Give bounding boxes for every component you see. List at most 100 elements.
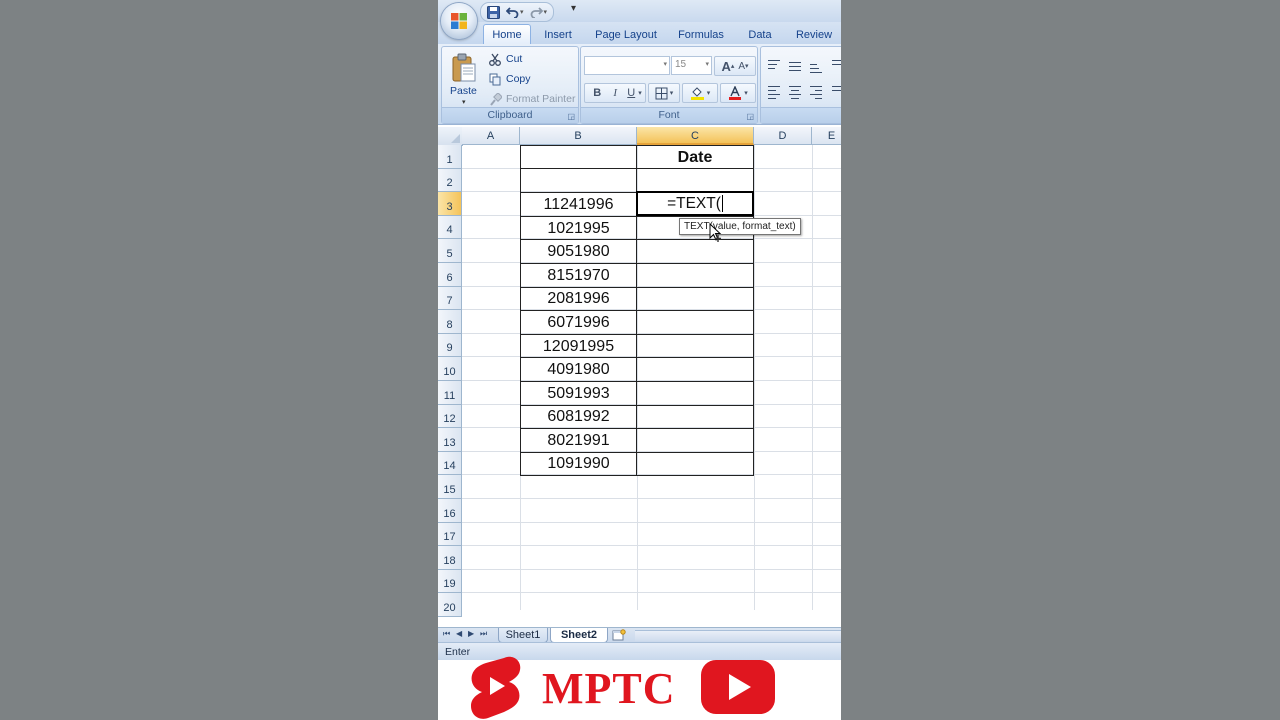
row-header-1[interactable]: 1: [438, 145, 462, 169]
cell-c9[interactable]: [636, 333, 754, 359]
align-top-icon[interactable]: [765, 57, 783, 75]
save-icon[interactable]: [487, 4, 500, 20]
row-header-16[interactable]: 16: [438, 499, 462, 523]
align-right-icon[interactable]: [807, 83, 825, 101]
tab-insert[interactable]: Insert: [537, 25, 579, 44]
row-header-11[interactable]: 11: [438, 381, 462, 405]
cell-b13[interactable]: 8021991: [520, 428, 637, 453]
cell-c5[interactable]: [636, 239, 754, 264]
cell-c14[interactable]: [636, 451, 754, 477]
tab-data[interactable]: Data: [742, 25, 778, 44]
cell-b2[interactable]: [520, 168, 637, 192]
align-center-icon[interactable]: [786, 83, 804, 101]
cell-area[interactable]: Date 11241996 1021995 9051980 8151970 208199…: [462, 145, 841, 610]
cell-b14[interactable]: 1091990: [520, 451, 637, 477]
next-sheet-icon[interactable]: ▶: [468, 629, 474, 638]
column-header-c[interactable]: C: [637, 127, 754, 145]
row-header-13[interactable]: 13: [438, 428, 462, 452]
cell-c7[interactable]: [636, 286, 754, 312]
row-header-12[interactable]: 12: [438, 404, 462, 429]
row-header-8[interactable]: 8: [438, 310, 462, 334]
row-header-5[interactable]: 5: [438, 239, 462, 263]
cell-b7[interactable]: 2081996: [520, 286, 637, 312]
fill-color-button[interactable]: ▾: [682, 83, 718, 103]
row-header-15[interactable]: 15: [438, 475, 462, 499]
cell-c2[interactable]: [636, 168, 754, 192]
cell-b5[interactable]: 9051980: [520, 239, 637, 264]
cell-c11[interactable]: [636, 381, 754, 406]
format-painter-button[interactable]: Format Painter: [489, 91, 575, 107]
cell-b4[interactable]: 1021995: [520, 215, 637, 241]
cell-c13[interactable]: [636, 428, 754, 453]
first-sheet-icon[interactable]: ⏮: [443, 629, 450, 639]
cell-b11[interactable]: 5091993: [520, 381, 637, 406]
font-name-dropdown-icon[interactable]: ▾: [663, 60, 667, 68]
align-left-icon[interactable]: [765, 83, 783, 101]
borders-button[interactable]: ▾: [648, 83, 680, 103]
paste-button[interactable]: Paste: [450, 85, 477, 97]
row-header-10[interactable]: 10: [438, 357, 462, 381]
underline-button[interactable]: U: [624, 87, 638, 99]
cell-b8[interactable]: 6071996: [520, 310, 637, 335]
cell-b1[interactable]: [520, 145, 637, 169]
customize-qat-button[interactable]: ▾: [571, 3, 576, 14]
paste-dropdown-icon[interactable]: ▾: [462, 98, 466, 106]
cell-b9[interactable]: 12091995: [520, 333, 637, 359]
clipboard-launcher-icon[interactable]: ◲: [567, 112, 575, 121]
shrink-font-button[interactable]: A: [738, 61, 745, 72]
font-size-dropdown-icon[interactable]: ▾: [705, 60, 709, 68]
cut-button[interactable]: Cut: [489, 51, 522, 67]
row-header-2[interactable]: 2: [438, 168, 462, 193]
row-header-18[interactable]: 18: [438, 546, 462, 570]
select-all-button[interactable]: [438, 127, 463, 146]
column-header-b[interactable]: B: [520, 127, 637, 145]
underline-dropdown-icon[interactable]: ▾: [638, 89, 642, 97]
font-launcher-icon[interactable]: ◲: [746, 112, 754, 121]
active-cell-c3[interactable]: =TEXT(: [636, 191, 754, 216]
column-header-e[interactable]: E: [812, 127, 841, 145]
cell-c1[interactable]: Date: [636, 145, 754, 169]
italic-button[interactable]: I: [606, 87, 624, 99]
copy-button[interactable]: Copy: [489, 71, 531, 87]
horizontal-scrollbar[interactable]: [635, 630, 841, 641]
insert-sheet-icon[interactable]: [612, 629, 626, 641]
cell-c10[interactable]: [636, 357, 754, 382]
row-header-19[interactable]: 19: [438, 569, 462, 594]
align-middle-icon[interactable]: [786, 57, 804, 75]
cell-b10[interactable]: 4091980: [520, 357, 637, 382]
row-header-14[interactable]: 14: [438, 451, 462, 476]
row-header-3[interactable]: 3: [438, 192, 462, 216]
paste-icon[interactable]: [451, 53, 477, 83]
undo-icon[interactable]: ▾: [506, 4, 524, 20]
office-button[interactable]: [441, 3, 477, 39]
tab-page-layout[interactable]: Page Layout: [591, 25, 661, 44]
orientation-icon[interactable]: [829, 57, 841, 75]
font-size-input[interactable]: 15 ▾: [671, 56, 712, 75]
column-header-d[interactable]: D: [754, 127, 812, 145]
worksheet-grid[interactable]: A B C D E 1 2 3 4 5 6 7 8 9 10 11 12 13 14 15 16 17 18 19 2…: [438, 127, 841, 627]
row-header-20[interactable]: 20: [438, 593, 462, 617]
cell-b6[interactable]: 8151970: [520, 263, 637, 288]
cell-b12[interactable]: 6081992: [520, 404, 637, 430]
function-tooltip[interactable]: TEXT(value, format_text): [679, 218, 801, 235]
prev-sheet-icon[interactable]: ◀: [456, 629, 462, 638]
font-name-input[interactable]: ▾: [584, 56, 670, 75]
cell-c8[interactable]: [636, 310, 754, 335]
column-header-a[interactable]: A: [462, 127, 520, 145]
tab-formulas[interactable]: Formulas: [675, 25, 727, 44]
last-sheet-icon[interactable]: ⏭: [480, 629, 487, 639]
tab-home[interactable]: Home: [483, 24, 531, 45]
row-header-4[interactable]: 4: [438, 215, 462, 240]
sheet-tab-sheet1[interactable]: Sheet1: [498, 628, 548, 643]
bold-button[interactable]: B: [588, 87, 606, 99]
grow-font-button[interactable]: A: [721, 59, 730, 74]
tab-review[interactable]: Review: [791, 25, 837, 44]
row-header-7[interactable]: 7: [438, 286, 462, 311]
redo-icon[interactable]: ▾: [530, 4, 547, 20]
font-color-button[interactable]: ▾: [720, 83, 756, 103]
cell-c12[interactable]: [636, 404, 754, 430]
row-header-9[interactable]: 9: [438, 333, 462, 358]
indent-icon[interactable]: [829, 83, 841, 101]
row-header-17[interactable]: 17: [438, 522, 462, 547]
cell-b3[interactable]: 11241996: [520, 192, 637, 217]
